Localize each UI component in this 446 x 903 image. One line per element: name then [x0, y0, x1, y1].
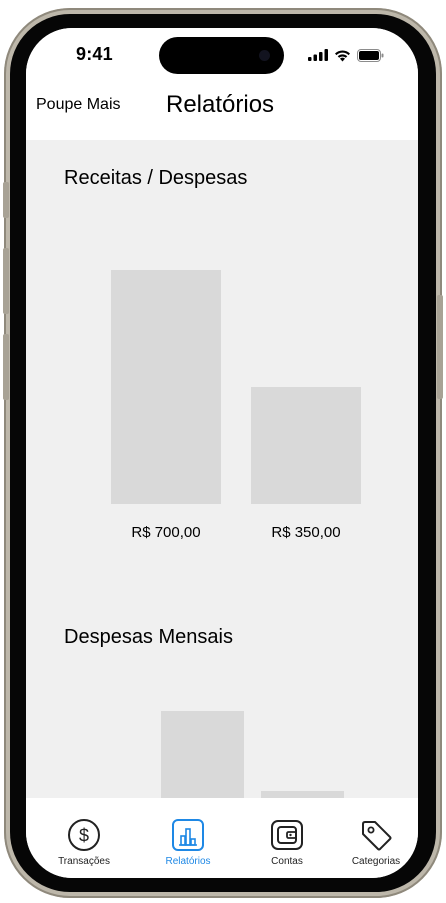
tab-transacoes[interactable]: $ Transações [39, 818, 129, 867]
section-title-income-expenses: Receitas / Despesas [64, 167, 248, 189]
volume-down-button [3, 334, 9, 400]
signal-icon [308, 49, 328, 61]
tab-bar: $ Transações Relatórios Contas Categoria… [26, 798, 418, 878]
bar-chart-icon [172, 819, 204, 851]
tag-icon [362, 821, 392, 851]
page-title: Relatórios [166, 91, 275, 118]
tab-contas[interactable]: Contas [242, 818, 332, 867]
wifi-icon [335, 49, 350, 61]
power-button [437, 295, 443, 399]
tab-label: Contas [271, 856, 303, 867]
app-name: Poupe Mais [36, 96, 121, 113]
chart-0-bar-label-1: R$ 350,00 [271, 524, 341, 541]
dollar-circle-icon: $ [68, 819, 100, 851]
status-icons [308, 48, 384, 62]
section-title-monthly-expenses: Despesas Mensais [64, 626, 233, 648]
action-button [3, 182, 9, 218]
tab-label: Categorias [351, 856, 401, 867]
tab-categorias[interactable]: Categorias [331, 818, 418, 867]
wallet-icon [271, 820, 303, 850]
chart-0-bar-0 [111, 270, 221, 504]
tab-relatorios[interactable]: Relatórios [143, 818, 233, 867]
battery-icon [357, 48, 384, 62]
volume-up-button [3, 248, 9, 314]
tab-label: Relatórios [165, 856, 211, 867]
status-time: 9:41 [76, 44, 113, 64]
camera-icon [259, 50, 270, 61]
svg-text:$: $ [79, 826, 89, 846]
status-bar: 9:41 [26, 28, 418, 88]
dynamic-island [159, 37, 284, 74]
tab-label: Transações [58, 856, 110, 867]
chart-0-bar-label-0: R$ 700,00 [131, 524, 201, 541]
header: Poupe Mais Relatórios [26, 88, 418, 140]
chart-0-bar-1 [251, 387, 361, 504]
screen: 9:41 Poupe Mais Relatórios Receitas / De… [26, 28, 418, 878]
